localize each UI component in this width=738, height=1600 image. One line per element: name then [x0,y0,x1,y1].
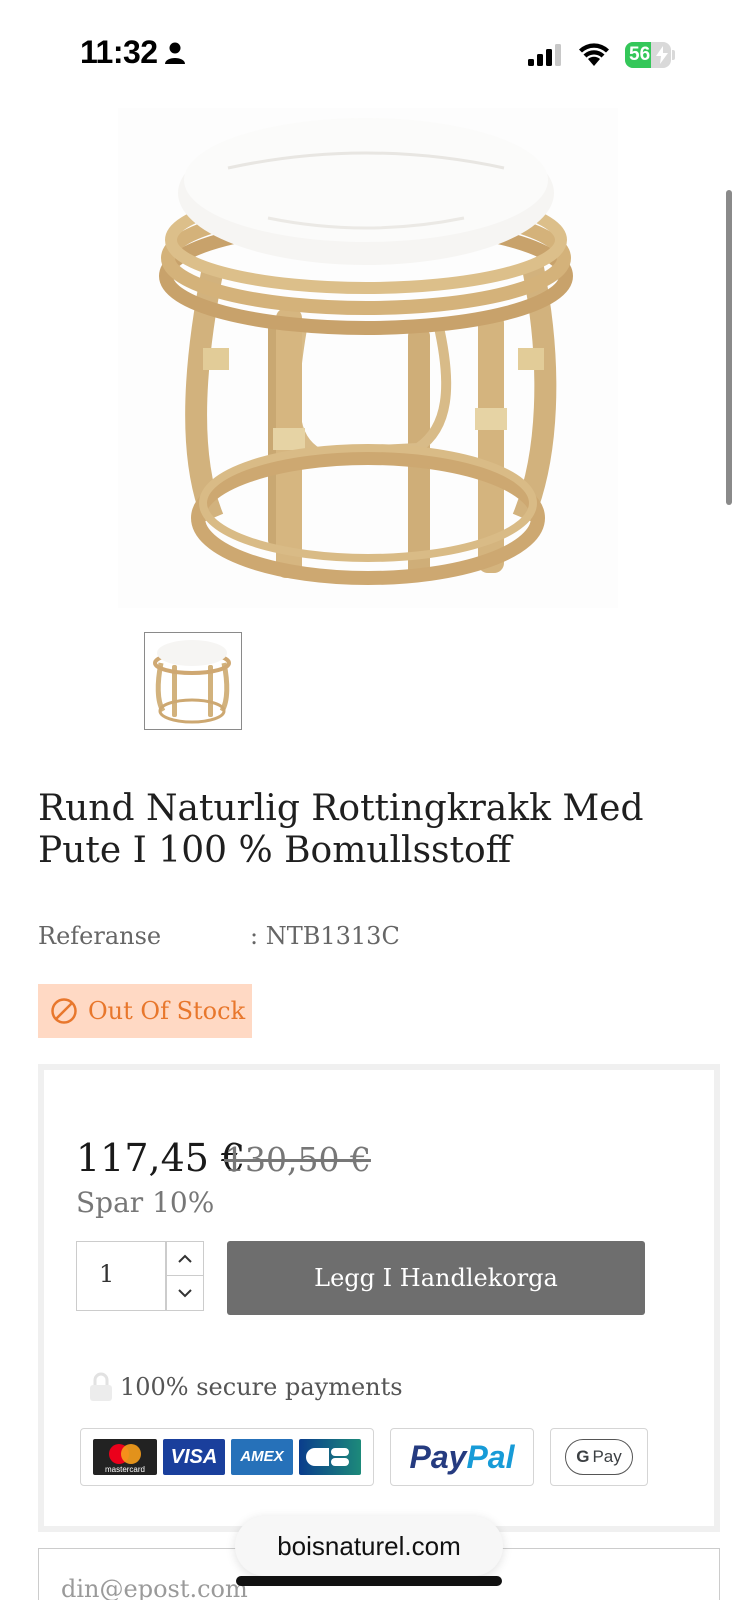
status-bar: 11:32 56 [0,0,738,100]
chevron-down-icon [178,1289,192,1298]
discount-text: Spar 10% [76,1186,215,1219]
wifi-icon [579,43,609,66]
current-price: 117,45 € [76,1136,246,1180]
paypal-pal-text: Pal [466,1438,515,1475]
quantity-decrease-button[interactable] [166,1276,204,1310]
stock-status-text: Out Of Stock [88,997,246,1025]
chevron-up-icon [178,1254,192,1263]
google-pay-logo: G Pay [550,1428,648,1486]
paypal-pay-text: Pay [409,1438,467,1475]
reference-label: Referanse [38,922,162,950]
status-time: 11:32 [80,34,158,70]
page-scrollbar[interactable] [726,190,732,505]
cellular-signal-icon [528,44,561,66]
add-to-cart-button[interactable]: Legg I Handlekorga [227,1241,645,1315]
home-indicator[interactable] [236,1576,502,1586]
block-icon [51,998,77,1024]
person-icon [165,42,185,64]
secure-payments-text: 100% secure payments [120,1373,403,1401]
quantity-stepper: 1 [76,1241,204,1311]
url-text: boisnaturel.com [277,1530,461,1561]
address-bar[interactable]: boisnaturel.com [235,1516,503,1576]
card-logos: mastercard VISA AMEX CB [80,1428,374,1486]
product-title: Rund Naturlig Rottingkrakk Med Pute I 10… [38,788,644,871]
stock-status-badge: Out Of Stock [38,984,252,1038]
charging-bolt-icon [656,46,668,64]
purchase-panel: 117,45 € 130,50 € Spar 10% 1 Legg I Hand… [38,1064,720,1532]
lock-icon [90,1372,112,1401]
mastercard-label: mastercard [105,1465,145,1474]
gpay-label: Pay [592,1447,622,1466]
paypal-logo: PayPal [390,1428,534,1486]
reference-value: : NTB1313C [250,922,400,950]
product-main-image[interactable] [118,108,618,608]
mastercard-logo: mastercard [93,1439,157,1475]
email-placeholder: din@epost.com [61,1575,248,1600]
cb-label: CB [299,1439,301,1440]
original-price: 130,50 € [224,1140,371,1179]
amex-logo: AMEX [231,1439,293,1475]
visa-logo: VISA [163,1439,225,1475]
google-g-icon: G [576,1447,590,1466]
secure-payments-row: 100% secure payments [88,1370,403,1404]
cb-logo: CB [299,1439,361,1475]
battery-indicator: 56 [625,42,675,68]
product-thumbnail[interactable] [144,632,242,730]
quantity-input[interactable]: 1 [99,1260,114,1288]
quantity-increase-button[interactable] [166,1242,204,1276]
